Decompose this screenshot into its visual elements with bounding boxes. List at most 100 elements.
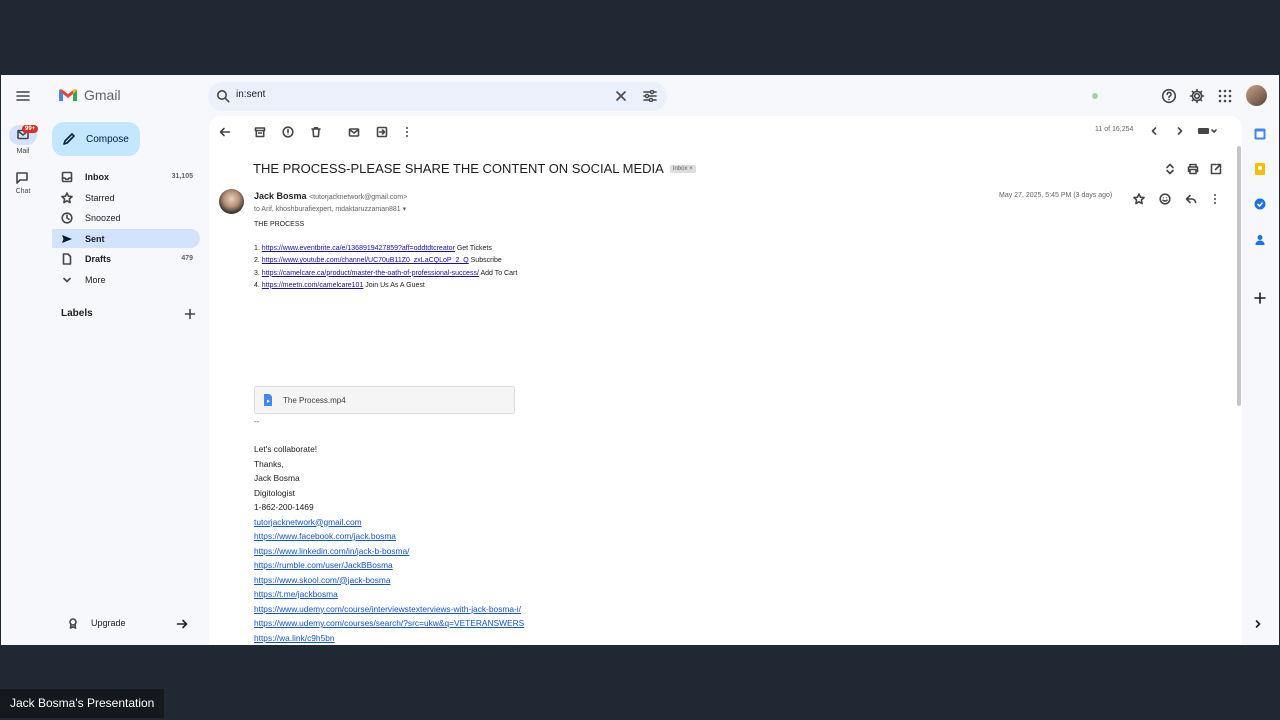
attachment-chip[interactable]: The Process.mp4 — [254, 386, 515, 414]
signature-line: Let's collaborate! — [254, 442, 524, 457]
reply-icon[interactable] — [1185, 193, 1197, 205]
nav-item-label: Sent — [85, 233, 105, 244]
star-message-icon[interactable] — [1133, 193, 1145, 205]
search-bar[interactable] — [208, 82, 667, 111]
process-step: 2. https://www.youtube.com/channel/UC70u… — [254, 255, 954, 267]
newer-chevron-left-icon[interactable] — [1149, 126, 1159, 136]
upgrade-label: Upgrade — [91, 618, 126, 628]
signature-line: Digitologist — [254, 486, 524, 501]
subject-text: THE PROCESS-PLEASE SHARE THE CONTENT ON … — [253, 161, 664, 176]
signature-line: https://wa.link/c9h5bn — [254, 631, 524, 646]
signature-line: https://www.facebook.com/jack.bosma — [254, 529, 524, 544]
presenter-caption: Jack Bosma's Presentation — [0, 689, 165, 718]
step-text: Add To Cart — [478, 269, 518, 277]
settings-gear-icon[interactable] — [1189, 88, 1205, 104]
inbox-icon — [61, 171, 75, 183]
open-in-new-window-icon[interactable] — [1210, 163, 1222, 175]
signature-link[interactable]: https://t.me/jackbosma — [254, 589, 338, 599]
emoji-reaction-icon[interactable] — [1159, 193, 1171, 205]
keep-icon[interactable] — [1253, 162, 1267, 176]
get-addons-plus-icon[interactable] — [1253, 291, 1267, 305]
step-link[interactable]: https://www.eventbrite.ca/e/136891942785… — [262, 245, 455, 252]
pencil-icon — [63, 133, 75, 145]
gmail-window: Gmail 99+ Mail Chat — [1, 75, 1279, 645]
gmail-logo[interactable]: Gmail — [58, 87, 121, 103]
add-label-plus-icon[interactable] — [184, 308, 196, 320]
nav-item-label: Drafts — [85, 253, 112, 264]
calendar-icon[interactable] — [1253, 127, 1267, 141]
nav-item-drafts[interactable]: Drafts 479 — [52, 249, 200, 268]
recipient-details-caret-icon[interactable]: ▾ — [403, 206, 407, 213]
input-tools-keyboard-icon[interactable] — [1197, 126, 1219, 136]
signature-link[interactable]: https://www.linkedin.com/in/jack-b-bosma… — [254, 546, 409, 556]
inbox-label-chip[interactable]: Inbox × — [669, 164, 696, 173]
signature-link[interactable]: https://www.skool.com/@jack-bosma — [254, 575, 391, 585]
nav-item-snoozed[interactable]: Snoozed — [52, 208, 200, 227]
signature-link[interactable]: tutorjacknetwork@gmail.com — [254, 517, 362, 527]
more-options-icon[interactable] — [405, 126, 409, 138]
contacts-icon[interactable] — [1253, 233, 1267, 247]
nav-item-starred[interactable]: Starred — [52, 188, 200, 207]
archive-icon[interactable] — [254, 126, 266, 138]
sender-avatar[interactable] — [219, 189, 244, 214]
step-number: 1. — [254, 245, 260, 252]
main-menu-icon[interactable] — [15, 88, 31, 104]
sender-email: <tutorjacknetwork@gmail.com> — [309, 194, 408, 201]
print-icon[interactable] — [1187, 163, 1199, 175]
step-text: Get Tickets — [454, 245, 492, 252]
tasks-icon[interactable] — [1253, 197, 1267, 211]
status-indicator[interactable] — [1092, 93, 1098, 99]
step-number: 2. — [254, 257, 260, 265]
email-subject: THE PROCESS-PLEASE SHARE THE CONTENT ON … — [253, 161, 696, 176]
nav-item-sent[interactable]: Sent — [52, 229, 200, 248]
arrow-right-icon[interactable] — [176, 618, 188, 630]
google-apps-icon[interactable] — [1218, 89, 1232, 103]
move-to-icon[interactable] — [376, 126, 388, 138]
chat-icon[interactable] — [15, 171, 29, 185]
mail-rail-label[interactable]: Mail — [7, 148, 39, 155]
delete-trash-icon[interactable] — [310, 126, 322, 138]
mail-unread-badge: 99+ — [22, 125, 39, 133]
signature-link[interactable]: https://wa.link/c9h5bn — [254, 633, 335, 643]
chat-rail-label[interactable]: Chat — [7, 188, 39, 195]
message-more-icon[interactable] — [1213, 193, 1217, 205]
signature-link[interactable]: https://rumble.com/user/JackBBosma — [254, 560, 393, 570]
expand-all-icon[interactable] — [1165, 163, 1175, 175]
signature-line: Jack Bosma — [254, 471, 524, 486]
upgrade-button[interactable]: Upgrade — [67, 617, 126, 629]
signature-link[interactable]: https://www.udemy.com/course/interviewst… — [254, 604, 521, 614]
nav-item-more[interactable]: More — [52, 270, 200, 289]
mark-unread-icon[interactable] — [348, 126, 360, 138]
nav-item-label: Inbox — [85, 171, 109, 182]
signature-link[interactable]: https://www.facebook.com/jack.bosma — [254, 531, 396, 541]
clear-search-icon[interactable] — [615, 90, 627, 102]
search-icon[interactable] — [216, 89, 230, 103]
sender-name[interactable]: Jack Bosma — [254, 191, 307, 201]
back-arrow-icon[interactable] — [219, 126, 231, 138]
older-chevron-right-icon[interactable] — [1175, 126, 1185, 136]
step-text: Subscribe — [468, 257, 502, 265]
expand-side-panel-chevron-icon[interactable] — [1253, 619, 1263, 629]
signature-line: 1-862-200-1469 — [254, 500, 524, 515]
signature-line: https://www.linkedin.com/in/jack-b-bosma… — [254, 544, 524, 559]
message-pane: 11 of 16,254 THE PROCESS-PLEASE SHARE TH… — [209, 116, 1242, 645]
compose-button[interactable]: Compose — [52, 122, 140, 156]
search-input[interactable] — [236, 89, 596, 100]
help-icon[interactable] — [1161, 88, 1177, 104]
account-avatar[interactable] — [1246, 85, 1267, 106]
signature-text: Let's collaborate! — [254, 444, 318, 454]
step-link[interactable]: https://camelcare.ca/product/master-the-… — [262, 270, 479, 277]
report-spam-icon[interactable] — [282, 126, 294, 138]
search-options-icon[interactable] — [643, 90, 657, 102]
nav-item-inbox[interactable]: Inbox 31,105 — [52, 167, 200, 186]
step-link[interactable]: https://www.youtube.com/channel/UC70uB11… — [262, 257, 469, 264]
signature-line: https://www.udemy.com/courses/search/?sr… — [254, 616, 524, 631]
step-link[interactable]: https://meetn.com/camelcare101 — [262, 282, 364, 289]
signature-link[interactable]: https://www.udemy.com/courses/search/?sr… — [254, 618, 524, 628]
message-scrollbar[interactable] — [1237, 146, 1241, 406]
step-text: Join Us As A Guest — [363, 281, 425, 289]
attachment-name: The Process.mp4 — [283, 395, 346, 405]
gmail-m-icon — [59, 89, 77, 101]
message-body: THE PROCESS 1. https://www.eventbrite.ca… — [254, 221, 954, 292]
signature-line: https://www.skool.com/@jack-bosma — [254, 573, 524, 588]
